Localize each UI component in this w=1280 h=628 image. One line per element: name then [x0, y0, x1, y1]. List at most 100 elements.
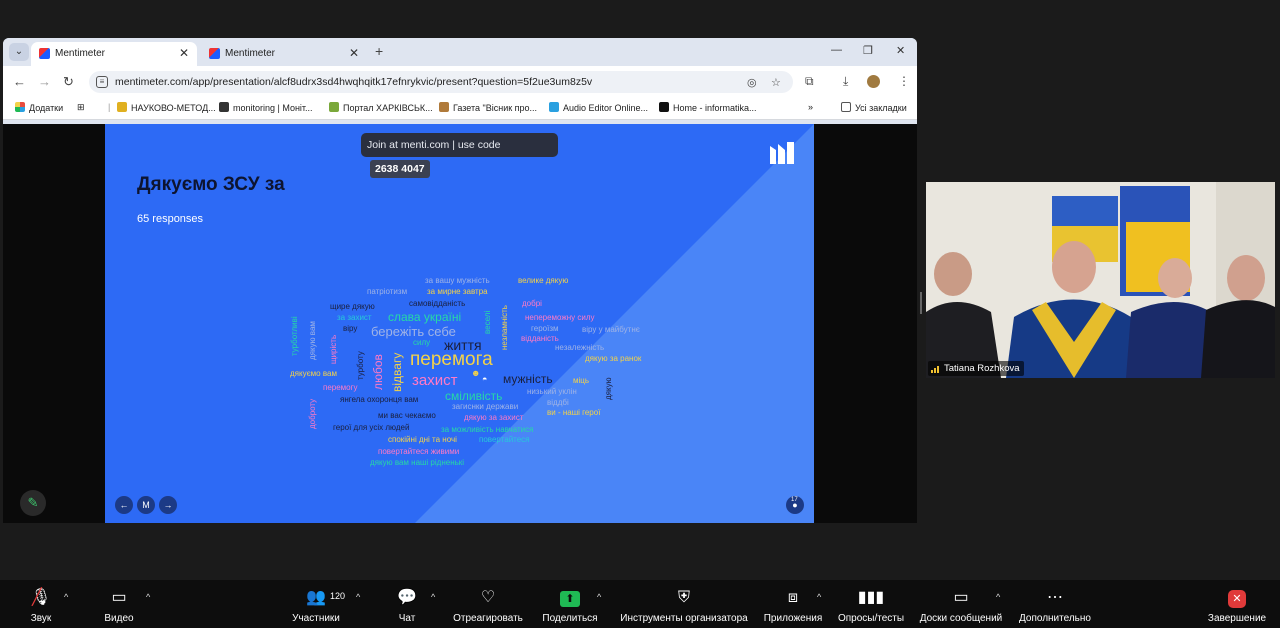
cloud-word: слава україні [388, 310, 462, 324]
close-window-icon[interactable]: ✕ [896, 44, 905, 57]
cloud-word: мужність [503, 372, 553, 386]
audience-button[interactable]: 17 ● [786, 496, 804, 514]
minimize-icon[interactable]: — [831, 44, 842, 56]
cloud-word: за захист [337, 313, 372, 322]
share-button[interactable]: ⬆ Поделиться [538, 580, 602, 628]
split-view-handle[interactable] [920, 292, 922, 314]
cloud-word: ви - наші герої [547, 408, 601, 417]
bookmark-gazeta[interactable]: Газета "Вісник про... [439, 102, 537, 113]
cloud-word: дякуємо вам [290, 369, 337, 378]
cloud-word: ми вас чекаємо [378, 411, 436, 420]
tab-title: Mentimeter [55, 48, 106, 59]
chat-bubble-icon: 💬 [397, 589, 417, 606]
participants-button[interactable]: 👥 120 Участники [288, 580, 346, 628]
cloud-word: перемога [410, 349, 493, 370]
mentimeter-slide: Join at menti.com | use code 2638 4047 Д… [105, 124, 814, 523]
bookmark-naukovo[interactable]: НАУКОВО-МЕТОД... [117, 102, 216, 113]
divider-icon: | [108, 102, 111, 112]
previous-slide-button[interactable]: ← [115, 496, 133, 514]
polls-button[interactable]: ▮▮▮ Опросы/тесты [834, 580, 908, 628]
cloud-word-vertical: турботливі [290, 316, 299, 356]
bookmark-favicon-icon [439, 102, 449, 112]
cloud-word: самовідданість [409, 299, 466, 308]
audio-button[interactable]: 🎙 ╱ Звук [18, 580, 64, 628]
tab-mentimeter-active[interactable]: Mentimeter ✕ [31, 42, 197, 66]
share-options-chevron-icon[interactable]: ^ [597, 592, 601, 602]
bookmark-apps[interactable]: Додатки [15, 102, 63, 113]
host-tools-button[interactable]: ⛨ Инструменты организатора [614, 580, 754, 628]
back-arrow-icon[interactable]: ← [13, 74, 26, 89]
browser-toolbar: ← → ↻ ≡ mentimeter.com/app/presentation/… [3, 66, 917, 98]
participant-name: Tatiana Rozhkova [944, 363, 1020, 374]
more-dots-icon: ⋯ [1047, 589, 1063, 606]
cloud-word: непереможну силу [525, 313, 595, 322]
more-button[interactable]: ⋯ Дополнительно [1012, 580, 1098, 628]
bookmark-monitoring[interactable]: monitoring | Моніт... [219, 102, 313, 113]
home-slide-button[interactable]: M [137, 496, 155, 514]
end-meeting-icon: ✕ [1202, 588, 1272, 608]
cloud-word: дякую за захист [464, 413, 524, 422]
restore-icon[interactable]: ❐ [863, 44, 873, 57]
cloud-word: міць [573, 376, 590, 385]
url-text: mentimeter.com/app/presentation/alcf8udr… [115, 76, 593, 88]
cloud-word-vertical: доброту [308, 398, 317, 429]
tab-title: Mentimeter [225, 48, 276, 59]
annotate-pen-icon[interactable]: ✎ [20, 490, 46, 516]
video-options-chevron-icon[interactable]: ^ [146, 592, 150, 602]
end-meeting-button[interactable]: ✕ Завершение [1202, 580, 1272, 628]
site-info-icon[interactable]: ≡ [96, 76, 108, 88]
next-slide-button[interactable]: → [159, 496, 177, 514]
forward-arrow-icon[interactable]: → [38, 74, 51, 89]
apps-options-chevron-icon[interactable]: ^ [817, 592, 821, 602]
profile-avatar-icon[interactable] [867, 75, 880, 88]
audio-options-chevron-icon[interactable]: ^ [64, 592, 68, 602]
reload-icon[interactable]: ↻ [63, 74, 74, 90]
video-button[interactable]: ▭ Видео [96, 580, 142, 628]
cloud-word: загиснки держави [452, 402, 519, 411]
tab-strip: ⌄ Mentimeter ✕ Mentimeter ✕ + — ❐ ✕ [3, 38, 917, 66]
chat-button[interactable]: 💬 Чат [390, 580, 424, 628]
react-button[interactable]: ♡ Отреагировать [448, 580, 528, 628]
download-icon[interactable]: ⤓ [843, 74, 848, 89]
all-bookmarks[interactable]: Усі закладки [841, 102, 907, 113]
join-code: 2638 4047 [370, 160, 430, 178]
zoom-meeting-window: ⌄ Mentimeter ✕ Mentimeter ✕ + — ❐ ✕ ← → … [0, 0, 1280, 628]
close-tab-icon[interactable]: ✕ [179, 46, 189, 60]
responses-count: 65 responses [137, 213, 204, 225]
cloud-word: захист [412, 372, 458, 389]
whiteboards-button[interactable]: ▭ Доски сообщений [914, 580, 1008, 628]
participants-count: 120 [330, 591, 346, 601]
bookmark-informatika[interactable]: Home - informatika... [659, 102, 757, 113]
slide-title: Дякуємо ЗСУ за [137, 174, 285, 195]
apps-button[interactable]: ⧈ Приложения [760, 580, 826, 628]
more-bookmarks-icon[interactable]: » [808, 102, 813, 112]
audience-count: 17 [791, 497, 798, 503]
cloud-word-vertical: відвагу [390, 352, 404, 392]
browser-menu-icon[interactable]: ⋮ [898, 74, 910, 88]
address-bar[interactable]: ≡ mentimeter.com/app/presentation/alcf8u… [89, 71, 793, 93]
tab-mentimeter[interactable]: Mentimeter ✕ [201, 42, 367, 66]
cloud-word: повертайтеся [479, 435, 530, 444]
participant-video-tile[interactable]: Tatiana Rozhkova [926, 182, 1275, 378]
whiteboards-options-chevron-icon[interactable]: ^ [996, 592, 1000, 602]
bookmark-portal[interactable]: Портал ХАРКІВСЬК... [329, 102, 433, 113]
eye-off-icon[interactable]: ◎ [747, 76, 757, 89]
cloud-word-vertical: дякую вам [308, 321, 317, 360]
bookmark-star-icon[interactable]: ☆ [771, 76, 781, 89]
tab-search-button[interactable]: ⌄ [9, 43, 29, 61]
video-feed-image [926, 182, 1275, 378]
cloud-word: за мирне завтра [427, 287, 488, 296]
new-tab-icon[interactable]: + [375, 43, 383, 59]
signal-strength-icon [931, 366, 939, 373]
bookmark-audio-editor[interactable]: Audio Editor Online... [549, 102, 648, 113]
join-text: Join at menti.com | use code [367, 139, 501, 151]
chat-options-chevron-icon[interactable]: ^ [431, 592, 435, 602]
cloud-word-vertical: любов [371, 354, 385, 390]
cloud-word-vertical: веселі [483, 310, 492, 334]
shield-icon: ⛨ [677, 589, 690, 606]
grid-icon[interactable]: ⊞ [77, 102, 85, 113]
participants-options-chevron-icon[interactable]: ^ [356, 592, 360, 602]
extensions-icon[interactable]: ⧉ [805, 74, 814, 89]
mentimeter-favicon-icon [209, 48, 220, 59]
close-tab-icon[interactable]: ✕ [349, 46, 359, 60]
